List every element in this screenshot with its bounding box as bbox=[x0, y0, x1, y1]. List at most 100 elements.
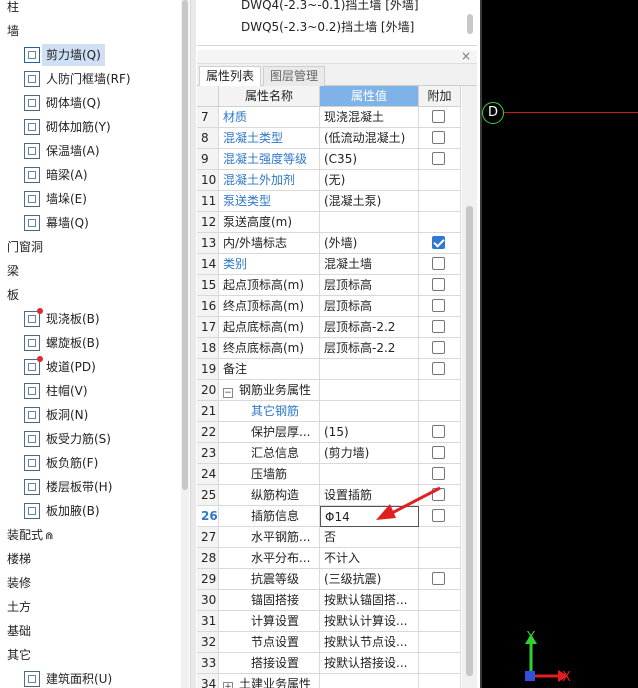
tree-item-insulation-wall[interactable]: 保温墙(A) bbox=[24, 140, 100, 162]
add-checkbox[interactable] bbox=[432, 509, 445, 522]
panel-divider[interactable] bbox=[190, 0, 196, 688]
property-value[interactable]: 否 bbox=[320, 527, 419, 548]
property-value[interactable] bbox=[320, 380, 419, 401]
property-value[interactable]: (C35) bbox=[320, 149, 419, 170]
tree-item-floor-slab-strip[interactable]: 楼层板带(H) bbox=[24, 476, 112, 498]
property-value[interactable] bbox=[320, 464, 419, 485]
add-checkbox[interactable] bbox=[432, 362, 445, 375]
property-value[interactable] bbox=[320, 674, 419, 688]
table-row[interactable]: 12 泵送高度(m) bbox=[197, 212, 461, 233]
table-row[interactable]: 10 混凝土外加剂 (无) bbox=[197, 170, 461, 191]
list-item[interactable]: DWQ4(-2.3~-0.1)挡土墙 [外墙] bbox=[241, 0, 419, 16]
add-checkbox[interactable] bbox=[432, 131, 445, 144]
table-row[interactable]: 29 抗震等级 (三级抗震) bbox=[197, 569, 461, 590]
property-value[interactable] bbox=[320, 212, 419, 233]
property-value[interactable]: 层顶标高-2.2 bbox=[320, 317, 419, 338]
tree-category-stair[interactable]: 楼梯 bbox=[7, 548, 31, 570]
tab-layers[interactable]: 图层管理 bbox=[263, 66, 326, 86]
expand-icon[interactable]: + bbox=[223, 682, 233, 688]
property-value[interactable]: 按默认锚固搭... bbox=[320, 590, 419, 611]
property-value[interactable]: (低流动混凝土) bbox=[320, 128, 419, 149]
table-row[interactable]: 21 其它钢筋 bbox=[197, 401, 461, 422]
property-value[interactable]: 层顶标高 bbox=[320, 275, 419, 296]
tree-item-ramp[interactable]: 坡道(PD) bbox=[24, 356, 96, 378]
tree-item-cast-slab[interactable]: 现浇板(B) bbox=[24, 308, 100, 330]
table-row[interactable]: 17 起点底标高(m) 层顶标高-2.2 bbox=[197, 317, 461, 338]
property-value[interactable]: (15) bbox=[320, 422, 419, 443]
add-checkbox[interactable] bbox=[432, 488, 445, 501]
table-row[interactable]: 34 + 土建业务属性 bbox=[197, 674, 461, 688]
add-checkbox[interactable] bbox=[432, 425, 445, 438]
add-checkbox[interactable] bbox=[432, 257, 445, 270]
table-row[interactable]: 13 内/外墙标志 (外墙) bbox=[197, 233, 461, 254]
property-value[interactable]: (剪力墙) bbox=[320, 443, 419, 464]
tree-scrollbar-thumb[interactable] bbox=[182, 0, 188, 490]
tree-item-shear-wall[interactable]: 剪力墙(Q) bbox=[24, 44, 105, 66]
tree-category-decoration[interactable]: 装修 bbox=[7, 572, 31, 594]
tree-item-slab-main-rebar[interactable]: 板受力筋(S) bbox=[24, 428, 111, 450]
tree-category-prefab[interactable]: 装配式 ⋒ bbox=[7, 524, 53, 546]
property-value[interactable]: (外墙) bbox=[320, 233, 419, 254]
property-value[interactable]: 层顶标高-2.2 bbox=[320, 338, 419, 359]
property-value[interactable]: 设置插筋 bbox=[320, 485, 419, 506]
tree-item-slab-haunch[interactable]: 板加腋(B) bbox=[24, 500, 100, 522]
add-checkbox[interactable] bbox=[432, 320, 445, 333]
tree-scrollbar[interactable] bbox=[181, 0, 189, 688]
table-row[interactable]: 11 泵送类型 (混凝土泵) bbox=[197, 191, 461, 212]
table-row[interactable]: 15 起点顶标高(m) 层顶标高 bbox=[197, 275, 461, 296]
table-row[interactable]: 18 终点底标高(m) 层顶标高-2.2 bbox=[197, 338, 461, 359]
table-row[interactable]: 8 混凝土类型 (低流动混凝土) bbox=[197, 128, 461, 149]
tree-item-masonry-rebar[interactable]: 砌体加筋(Y) bbox=[24, 116, 111, 138]
table-row[interactable]: 14 类别 混凝土墙 bbox=[197, 254, 461, 275]
table-row[interactable]: 19 备注 bbox=[197, 359, 461, 380]
table-row[interactable]: 28 水平分布... 不计入 bbox=[197, 548, 461, 569]
property-value[interactable]: 按默认计算设... bbox=[320, 611, 419, 632]
property-value[interactable]: 混凝土墙 bbox=[320, 254, 419, 275]
tree-category-earthwork[interactable]: 土方 bbox=[7, 596, 31, 618]
tree-item-wall-pier[interactable]: 墙垛(E) bbox=[24, 188, 87, 210]
drawing-canvas[interactable]: D Y X bbox=[480, 0, 638, 688]
property-value[interactable]: (混凝土泵) bbox=[320, 191, 419, 212]
table-row[interactable]: 31 计算设置 按默认计算设... bbox=[197, 611, 461, 632]
property-value-input[interactable]: Φ14 bbox=[320, 506, 419, 527]
tree-item-civil-defense-wall[interactable]: 人防门框墙(RF) bbox=[24, 68, 131, 90]
add-checkbox[interactable] bbox=[432, 299, 445, 312]
table-row[interactable]: 30 锚固搭接 按默认锚固搭... bbox=[197, 590, 461, 611]
add-checkbox[interactable] bbox=[432, 152, 445, 165]
add-checkbox[interactable] bbox=[432, 467, 445, 480]
tree-item-hidden-beam[interactable]: 暗梁(A) bbox=[24, 164, 88, 186]
table-row[interactable]: 27 水平钢筋... 否 bbox=[197, 527, 461, 548]
property-value[interactable]: (三级抗震) bbox=[320, 569, 419, 590]
tree-category-slab[interactable]: 板 bbox=[7, 284, 19, 306]
table-row[interactable]: 9 混凝土强度等级 (C35) bbox=[197, 149, 461, 170]
table-row[interactable]: 22 保护层厚... (15) bbox=[197, 422, 461, 443]
add-checkbox[interactable] bbox=[432, 446, 445, 459]
add-checkbox[interactable] bbox=[432, 341, 445, 354]
grid-scrollbar[interactable] bbox=[462, 86, 477, 688]
collapse-icon[interactable]: − bbox=[223, 388, 233, 398]
property-value[interactable]: 按默认节点设... bbox=[320, 632, 419, 653]
tree-item-spiral-slab[interactable]: 螺旋板(B) bbox=[24, 332, 100, 354]
grid-scrollbar-thumb[interactable] bbox=[466, 206, 473, 676]
add-checkbox[interactable] bbox=[432, 278, 445, 291]
table-row[interactable]: 7 材质 现浇混凝土 bbox=[197, 107, 461, 128]
property-value[interactable]: 层顶标高 bbox=[320, 296, 419, 317]
add-checkbox[interactable] bbox=[432, 236, 445, 249]
table-row[interactable]: 32 节点设置 按默认节点设... bbox=[197, 632, 461, 653]
tree-item-slab-negative-rebar[interactable]: 板负筋(F) bbox=[24, 452, 98, 474]
table-row[interactable]: 24 压墙筋 bbox=[197, 464, 461, 485]
table-row[interactable]: 20− 钢筋业务属性 bbox=[197, 380, 461, 401]
tree-category-beam[interactable]: 梁 bbox=[7, 260, 19, 282]
header-value[interactable]: 属性值 bbox=[320, 86, 419, 107]
tree-item-building-area[interactable]: 建筑面积(U) bbox=[24, 668, 112, 688]
tree-category-column[interactable]: 柱 bbox=[7, 0, 19, 18]
table-row[interactable]: 25 纵筋构造 设置插筋 bbox=[197, 485, 461, 506]
tree-item-curtain-wall[interactable]: 幕墙(Q) bbox=[24, 212, 89, 234]
table-row[interactable]: 23 汇总信息 (剪力墙) bbox=[197, 443, 461, 464]
property-value[interactable]: 现浇混凝土 bbox=[320, 107, 419, 128]
table-row[interactable]: 33 搭接设置 按默认搭接设... bbox=[197, 653, 461, 674]
tab-properties[interactable]: 属性列表 bbox=[199, 66, 262, 87]
property-value[interactable]: 不计入 bbox=[320, 548, 419, 569]
tree-category-wall[interactable]: 墙 bbox=[7, 20, 19, 42]
list-item[interactable]: DWQ5(-2.3~0.2)挡土墙 [外墙] bbox=[241, 16, 414, 38]
